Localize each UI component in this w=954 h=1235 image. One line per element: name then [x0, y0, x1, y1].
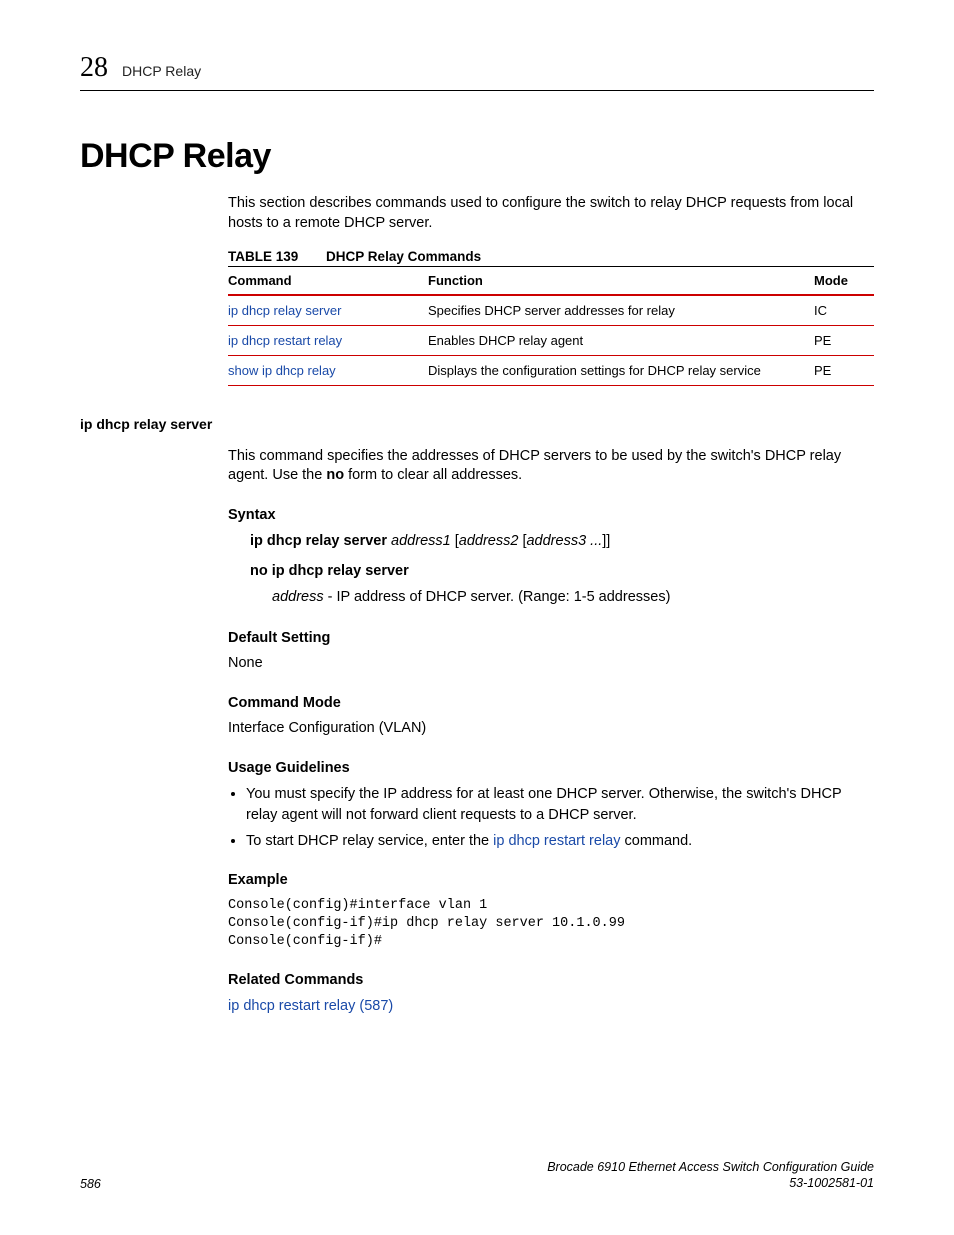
related-heading: Related Commands: [228, 971, 874, 991]
syntax-param-desc: address - IP address of DHCP server. (Ra…: [272, 587, 874, 609]
cmd-function: Enables DHCP relay agent: [428, 326, 814, 356]
example-heading: Example: [228, 871, 874, 891]
syntax-param: address3 ...: [526, 533, 602, 549]
running-header: 28 DHCP Relay: [80, 52, 874, 91]
param-desc: - IP address of DHCP server. (Range: 1-5…: [324, 589, 671, 605]
desc-text: This command specifies the addresses of …: [228, 448, 841, 484]
page-number: 586: [80, 1177, 101, 1191]
desc-bold: no: [326, 467, 344, 483]
command-heading: ip dhcp relay server: [80, 416, 874, 432]
usage-heading: Usage Guidelines: [228, 759, 874, 779]
syntax-bold: ip dhcp relay server: [250, 533, 391, 549]
usage-list: You must specify the IP address for at l…: [228, 784, 874, 851]
syntax-text: [: [451, 533, 459, 549]
example-code: Console(config)#interface vlan 1 Console…: [228, 897, 874, 952]
default-heading: Default Setting: [228, 629, 874, 649]
mode-heading: Command Mode: [228, 694, 874, 714]
command-table: Command Function Mode ip dhcp relay serv…: [228, 266, 874, 386]
syntax-param: address2: [459, 533, 519, 549]
cmd-link[interactable]: ip dhcp restart relay: [228, 333, 342, 348]
cmd-link[interactable]: show ip dhcp relay: [228, 363, 336, 378]
syntax-line: ip dhcp relay server address1 [address2 …: [250, 531, 874, 553]
syntax-no-form: no ip dhcp relay server: [250, 561, 874, 583]
default-value: None: [228, 654, 874, 674]
th-function: Function: [428, 267, 814, 296]
syntax-heading: Syntax: [228, 506, 874, 526]
usage-text: To start DHCP relay service, enter the: [246, 833, 493, 849]
usage-item: To start DHCP relay service, enter the i…: [246, 831, 874, 851]
syntax-param: address1: [391, 533, 451, 549]
desc-text: form to clear all addresses.: [344, 467, 522, 483]
cmd-function: Displays the configuration settings for …: [428, 356, 814, 386]
table-row: show ip dhcp relay Displays the configur…: [228, 356, 874, 386]
table-number: TABLE 139: [228, 249, 298, 264]
related-link[interactable]: ip dhcp restart relay (587): [228, 998, 393, 1014]
section-intro: This section describes commands used to …: [228, 194, 874, 233]
cmd-link[interactable]: ip dhcp relay server: [228, 303, 341, 318]
syntax-text: ]]: [602, 533, 610, 549]
document-id: Brocade 6910 Ethernet Access Switch Conf…: [547, 1159, 874, 1192]
chapter-number: 28: [80, 52, 108, 84]
usage-item: You must specify the IP address for at l…: [246, 784, 874, 825]
page-footer: 586 Brocade 6910 Ethernet Access Switch …: [80, 1159, 874, 1192]
cmd-mode: PE: [814, 356, 874, 386]
th-mode: Mode: [814, 267, 874, 296]
cmd-function: Specifies DHCP server addresses for rela…: [428, 295, 814, 326]
table-row: ip dhcp restart relay Enables DHCP relay…: [228, 326, 874, 356]
chapter-title: DHCP Relay: [122, 63, 201, 79]
usage-link[interactable]: ip dhcp restart relay: [493, 833, 620, 849]
table-caption: TABLE 139 DHCP Relay Commands: [228, 249, 874, 264]
section-title: DHCP Relay: [80, 137, 874, 176]
command-description: This command specifies the addresses of …: [228, 447, 874, 486]
th-command: Command: [228, 267, 428, 296]
usage-text: command.: [620, 833, 692, 849]
table-title: DHCP Relay Commands: [326, 249, 481, 264]
doc-title: Brocade 6910 Ethernet Access Switch Conf…: [547, 1160, 874, 1174]
doc-id: 53-1002581-01: [789, 1176, 874, 1190]
cmd-mode: IC: [814, 295, 874, 326]
param-name: address: [272, 589, 324, 605]
cmd-mode: PE: [814, 326, 874, 356]
table-row: ip dhcp relay server Specifies DHCP serv…: [228, 295, 874, 326]
mode-value: Interface Configuration (VLAN): [228, 719, 874, 739]
